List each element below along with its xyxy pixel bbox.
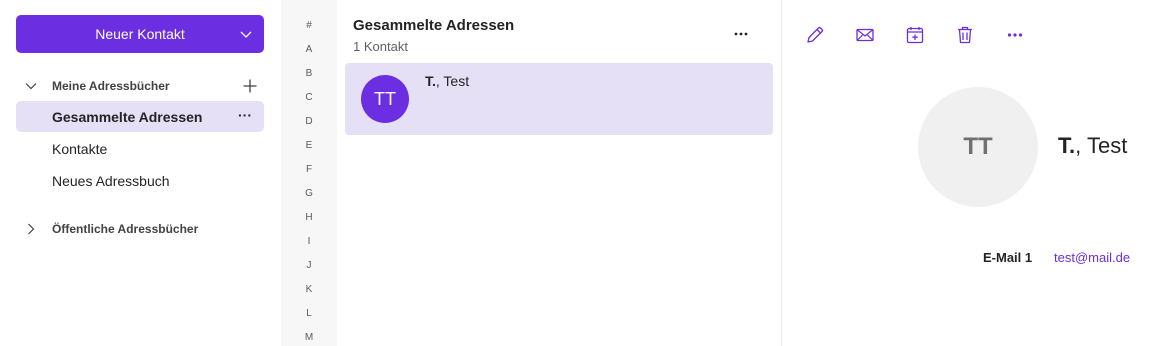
alphabet-letter[interactable]: A <box>281 44 337 55</box>
chevron-down-icon[interactable] <box>238 26 254 42</box>
alphabet-letter[interactable]: I <box>281 236 337 247</box>
email-link[interactable]: test@mail.de <box>1054 250 1130 265</box>
alphabet-letter[interactable]: F <box>281 164 337 175</box>
chevron-right-icon[interactable] <box>16 222 46 236</box>
sidebar-item-label: Neues Adressbuch <box>52 172 170 189</box>
sidebar: Neuer Kontakt Meine Adressbücher Gesamme… <box>0 0 280 346</box>
public-address-books-label: Öffentliche Adressbücher <box>52 222 199 236</box>
contact-first-name: , Test <box>435 73 470 89</box>
more-options-icon[interactable]: ··· <box>238 107 252 123</box>
contact-first-name: , Test <box>1075 133 1128 158</box>
delete-icon[interactable] <box>953 23 977 47</box>
calendar-add-icon[interactable] <box>903 23 927 47</box>
contact-last-name: T. <box>1058 133 1076 158</box>
alphabet-letter[interactable]: D <box>281 116 337 127</box>
more-icon[interactable] <box>1003 23 1027 47</box>
contact-display-name: T., Test <box>1058 133 1127 159</box>
contact-last-name: T. <box>425 73 436 89</box>
more-icon[interactable] <box>732 25 750 43</box>
sidebar-item-label: Gesammelte Adressen <box>52 108 203 125</box>
alphabet-letter[interactable]: J <box>281 260 337 271</box>
new-contact-button[interactable]: Neuer Kontakt <box>16 15 264 53</box>
edit-icon[interactable] <box>803 23 827 47</box>
contact-avatar: TT <box>918 87 1038 207</box>
sidebar-item-label: Kontakte <box>52 140 108 157</box>
alphabet-letter[interactable]: # <box>281 20 337 31</box>
email-label: E-Mail 1 <box>983 250 1033 265</box>
contact-count: 1 Kontakt <box>353 39 408 54</box>
alphabet-letter[interactable]: G <box>281 188 337 199</box>
alphabet-letter[interactable]: K <box>281 284 337 295</box>
alphabet-letter[interactable]: H <box>281 212 337 223</box>
my-address-books-label: Meine Adressbücher <box>52 79 170 93</box>
sidebar-item-gesammelte-adressen[interactable]: Gesammelte Adressen ··· <box>16 101 264 132</box>
sidebar-item-neues-adressbuch[interactable]: Neues Adressbuch <box>16 165 264 196</box>
add-address-book-icon[interactable] <box>242 78 258 94</box>
contact-list-pane: Gesammelte Adressen 1 Kontakt TT T., Tes… <box>337 0 781 346</box>
list-title: Gesammelte Adressen <box>353 17 515 34</box>
alphabet-letter[interactable]: C <box>281 92 337 103</box>
mail-icon[interactable] <box>853 23 877 47</box>
alphabet-letter[interactable]: E <box>281 140 337 151</box>
alphabet-letter[interactable]: M <box>281 332 337 343</box>
alphabet-letter[interactable]: B <box>281 68 337 79</box>
public-address-books-header[interactable]: Öffentliche Adressbücher <box>16 215 264 243</box>
contact-name: T., Test <box>425 73 469 89</box>
avatar: TT <box>361 75 409 123</box>
alphabet-letter[interactable]: L <box>281 308 337 319</box>
chevron-down-icon[interactable] <box>16 79 46 93</box>
my-address-books-header[interactable]: Meine Adressbücher <box>16 72 264 100</box>
list-item[interactable]: TT T., Test <box>345 63 773 135</box>
contact-detail-pane: TT T., Test E-Mail 1 test@mail.de <box>782 0 1167 346</box>
new-contact-label: Neuer Kontakt <box>95 26 185 42</box>
alphabet-index: # A B C D E F G H I J K L M <box>281 0 337 346</box>
sidebar-item-kontakte[interactable]: Kontakte <box>16 133 264 164</box>
